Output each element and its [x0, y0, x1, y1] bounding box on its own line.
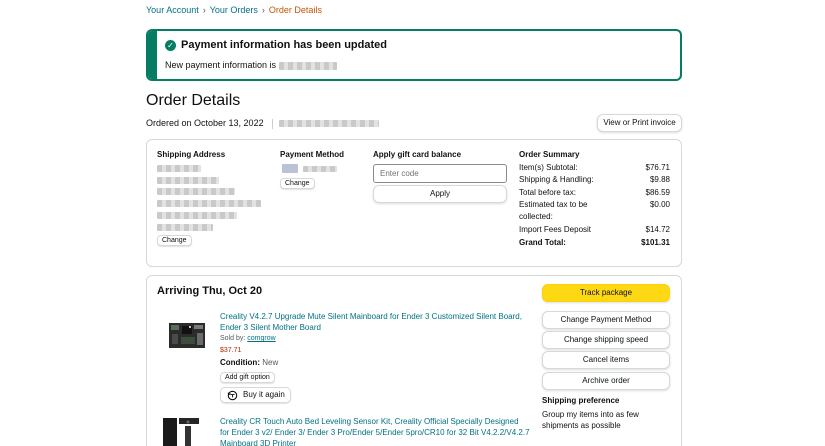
summary-value: $9.88	[649, 175, 670, 184]
page-title: Order Details	[146, 92, 241, 109]
breadcrumb-your-account[interactable]: Your Account	[146, 5, 199, 15]
cancel-items-button[interactable]: Cancel items	[542, 351, 670, 369]
breadcrumb-your-orders[interactable]: Your Orders	[210, 5, 258, 15]
summary-row: Item(s) Subtotal: $76.71	[519, 162, 670, 174]
alert-title: Payment information has been updated	[181, 39, 387, 51]
order-date: Ordered on October 13, 2022	[146, 118, 264, 128]
summary-label: Grand Total:	[519, 238, 566, 247]
apply-gift-card-button[interactable]: Apply	[373, 185, 507, 203]
add-gift-option-button[interactable]: Add gift option	[220, 372, 275, 383]
item-price: $37.71	[220, 347, 242, 354]
summary-row-grand-total: Grand Total: $101.31	[519, 237, 670, 249]
breadcrumb: Your Account › Your Orders › Order Details	[146, 5, 322, 15]
alert-message: New payment information is	[165, 60, 337, 70]
redacted-card-number	[303, 166, 337, 172]
divider	[271, 118, 273, 129]
archive-order-button[interactable]: Archive order	[542, 372, 670, 390]
change-payment-method-button[interactable]: Change Payment Method	[542, 311, 670, 329]
gift-card-label: Apply gift card balance	[373, 150, 462, 159]
summary-label: Shipping & Handling:	[519, 175, 594, 184]
shipping-address-label: Shipping Address	[157, 150, 226, 159]
shipment-card: Arriving Thu, Oct 20 Creality V4.2.7 Upg…	[146, 275, 682, 446]
cr-touch-thumbnail[interactable]	[161, 414, 201, 446]
mainboard-thumbnail[interactable]	[169, 323, 205, 348]
alert-accent-bar	[148, 31, 157, 79]
summary-label: Item(s) Subtotal:	[519, 163, 578, 172]
order-summary: Order Summary Item(s) Subtotal: $76.71 Sh…	[519, 150, 670, 249]
arriving-date: Arriving Thu, Oct 20	[157, 285, 263, 297]
breadcrumb-current: Order Details	[268, 5, 322, 15]
payment-updated-alert: ✓ Payment information has been updated N…	[146, 29, 682, 81]
summary-value: $86.59	[645, 188, 670, 197]
summary-value: $0.00	[649, 200, 670, 209]
change-shipping-address-button[interactable]: Change	[157, 235, 192, 246]
summary-row: Shipping & Handling: $9.88	[519, 174, 670, 186]
summary-value: $76.71	[645, 163, 670, 172]
seller-link[interactable]: comgrow	[247, 335, 275, 342]
product-link-mainboard[interactable]: Creality V4.2.7 Upgrade Mute Silent Main…	[220, 311, 530, 333]
track-package-button[interactable]: Track package	[542, 284, 670, 302]
sold-by-label: Sold by:	[220, 335, 246, 342]
buy-it-again-button[interactable]: Buy it again	[220, 387, 291, 403]
summary-label: Estimated tax to be collected:	[519, 200, 588, 221]
summary-label: Total before tax:	[519, 188, 576, 197]
buy-again-icon	[227, 390, 238, 401]
summary-row: Import Fees Deposit $14.72	[519, 224, 670, 236]
summary-row: Total before tax: $86.59	[519, 187, 670, 199]
check-circle-icon: ✓	[165, 40, 176, 51]
view-print-invoice-button[interactable]: View or Print invoice	[597, 114, 682, 132]
order-summary-title: Order Summary	[519, 150, 580, 159]
product-link-cr-touch[interactable]: Creality CR Touch Auto Bed Leveling Sens…	[220, 416, 530, 446]
change-payment-button[interactable]: Change	[280, 178, 315, 189]
shipping-preference-title: Shipping preference	[542, 396, 620, 405]
redacted-order-number	[278, 120, 379, 128]
summary-row: Estimated tax to be collected: $0.00	[519, 199, 670, 223]
shipping-preference-text: Group my items into as few shipments as …	[542, 410, 639, 430]
breadcrumb-separator: ›	[261, 5, 265, 15]
order-info-card: Shipping Address Change Payment Method C…	[146, 139, 682, 267]
item-condition: Condition: New	[220, 358, 278, 367]
payment-method-label: Payment Method	[280, 150, 345, 159]
condition-value: New	[262, 358, 279, 367]
summary-label: Import Fees Deposit	[519, 225, 592, 234]
ordered-on: Ordered on October 13, 2022	[146, 118, 379, 129]
change-shipping-speed-button[interactable]: Change shipping speed	[542, 331, 670, 349]
alert-message-text: New payment information is	[165, 60, 277, 70]
card-icon	[282, 164, 298, 173]
sold-by: Sold by: comgrow	[220, 335, 276, 342]
breadcrumb-separator: ›	[202, 5, 206, 15]
redacted-payment-info	[278, 61, 337, 70]
summary-value: $14.72	[645, 225, 670, 234]
summary-value: $101.31	[641, 238, 670, 247]
gift-card-code-input[interactable]: Enter code	[373, 164, 507, 183]
buy-it-again-label: Buy it again	[243, 390, 285, 399]
condition-label: Condition:	[220, 358, 260, 367]
